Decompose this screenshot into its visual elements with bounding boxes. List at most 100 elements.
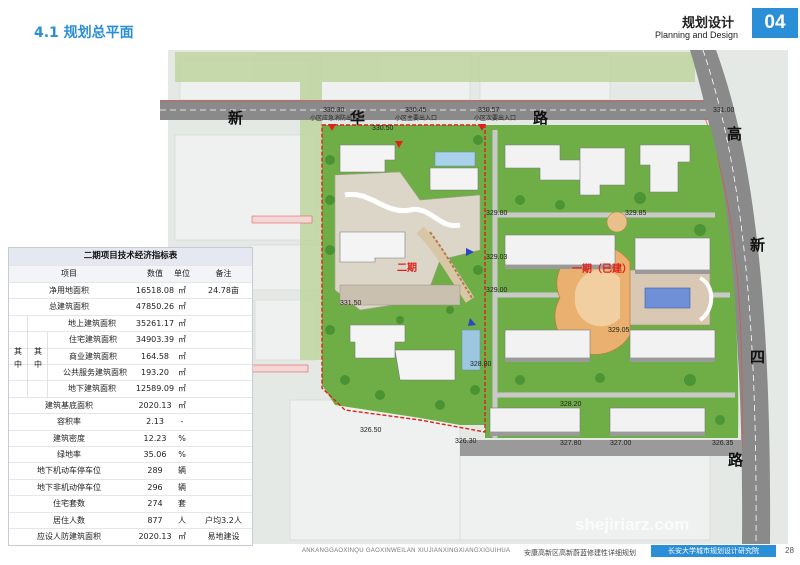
elevation-label: 329.80 (486, 210, 508, 217)
entrance-labels: 小区应急消防出入口 小区主要出入口 小区次要出入口 (310, 114, 516, 122)
entrance-label-emergency: 小区应急消防出入口 (310, 114, 364, 122)
row-unit-cell: ㎡ (178, 368, 186, 377)
elevation-label: 330.45 (405, 107, 427, 114)
row-name-cell: 住宅建筑面积 (69, 335, 117, 345)
row-unit-cell: ㎡ (178, 335, 186, 345)
row-unit-cell: 人 (178, 515, 186, 525)
phase1-site (485, 125, 739, 438)
footer-institute: 长安大学城市规划设计研究院 (651, 545, 776, 557)
table-row: 容积率 2.13- (9, 413, 252, 431)
header-cell: 项目 (61, 269, 77, 278)
table-row: 总建筑面积 47850.26 ㎡ (9, 298, 252, 316)
table-row: 地下非机动停车位 296 辆 (9, 478, 252, 497)
elevation-label: 326.35 (712, 440, 734, 447)
elevation-label: 330.57 (478, 107, 500, 114)
row-unit-cell: ㎡ (178, 384, 186, 394)
elevation-label: 326.30 (455, 438, 477, 445)
row-unit-cell: 套 (178, 499, 186, 509)
row-name-cell: 地下机动车停车位 (37, 466, 101, 476)
row-name-cell: 净用地面积 (49, 286, 89, 295)
elevation-label: 329.85 (625, 210, 647, 217)
table-row: 应设人防建筑面积 2020.13 ㎡易地建设 (9, 528, 252, 546)
table-caption: 二期项目技术经济指标表 (9, 248, 252, 265)
elevation-label: 327.80 (560, 440, 582, 447)
indicator-table: 二期项目技术经济指标表 项目 数值 单位 备注 净用地面积 16518.08 ㎡ 24… (8, 247, 253, 546)
row-unit-cell: ㎡ (178, 400, 186, 410)
road-label-lu2: 路 (728, 451, 744, 469)
table-header-row: 项目 数值 单位 备注 (9, 265, 252, 283)
entrance-label-main: 小区主要出入口 (395, 114, 437, 122)
elevation-label: 331.00 (713, 107, 735, 114)
elevation-label: 326.50 (360, 427, 382, 434)
table-row: 绿地率 35.06% (9, 446, 252, 464)
row-note-cell: 24.78亩 (208, 286, 239, 295)
row-note-cell: 户均3.2人 (205, 515, 242, 525)
row-name-cell: 建筑密度 (53, 433, 85, 443)
row-unit-cell: ㎡ (178, 351, 186, 361)
row-unit-cell: 辆 (178, 466, 186, 476)
elevation-label: 329.05 (608, 327, 630, 334)
elevation-label: 330.50 (372, 125, 394, 132)
table-row: 居住人数 877 人户均3.2人 (9, 511, 252, 530)
row-name-cell: 地上建筑面积 (68, 318, 116, 328)
elevation-label: 331.50 (340, 300, 362, 307)
group-label-outer: 其中 (14, 347, 22, 369)
row-note-cell: 易地建设 (207, 532, 240, 541)
row-unit-cell: 辆 (178, 482, 186, 492)
header-title-en: Planning and Design (655, 30, 739, 40)
table-row: 商业建筑面积 164.58 ㎡ (9, 347, 252, 366)
elevation-label: 328.80 (470, 361, 492, 368)
road-label-lu: 路 (533, 109, 549, 127)
chapter-badge: 04 (752, 8, 798, 38)
header-cell: 备注 (215, 269, 232, 278)
watermark: shejiriarz.com (575, 515, 689, 534)
table-row: 住宅套数 274 套 (9, 495, 252, 513)
row-name-cell: 住宅套数 (53, 499, 85, 509)
elevation-label: 330.30 (323, 107, 345, 114)
row-unit-cell: ㎡ (178, 302, 186, 312)
phase2-label: 二期 (397, 261, 417, 274)
footer-project-name: 安康高新区高新蔚蓝修建性详细规划 (524, 549, 636, 557)
row-name-cell: 地下建筑面积 (68, 384, 116, 394)
header-title-cn: 规划设计 (682, 16, 735, 31)
table-row: 地上建筑面积 35261.17 ㎡ (9, 314, 252, 333)
section-title: 4.1 规划总平面 (34, 25, 134, 41)
elevation-label: 329.03 (486, 254, 508, 261)
row-unit-cell: ㎡ (178, 286, 186, 295)
header-cell: 单位 (174, 269, 190, 278)
phase1-label: 一期（已建） (572, 262, 632, 275)
footer-pinyin: ANKANGGAOXINQU GAOXINWEILAN XIUJIANXINGX… (302, 548, 511, 554)
table-row: 建筑密度 12.23% (9, 429, 252, 448)
row-name-cell: 居住人数 (53, 515, 85, 525)
table-row: 地下机动车停车位 289 辆 (9, 462, 252, 480)
page-number: 28 (785, 546, 794, 555)
row-name-cell: 商业建筑面积 (69, 351, 117, 361)
group-label-inner: 其中 (34, 347, 42, 369)
table-row: 地下建筑面积 12589.09 ㎡ (9, 380, 252, 398)
row-unit-cell: % (178, 450, 186, 459)
road-label-si: 四 (750, 348, 765, 366)
phase2-site (321, 124, 486, 433)
row-name-cell: 地下非机动停车位 (37, 482, 101, 492)
table-row: 净用地面积 16518.08 ㎡ 24.78亩 (9, 282, 252, 300)
row-unit-cell: % (178, 433, 186, 443)
group-divider (27, 315, 28, 397)
table-row: 住宅建筑面积 34903.39 ㎡ (9, 331, 252, 349)
elevation-label: 328.20 (560, 401, 582, 408)
group-divider (47, 332, 48, 397)
road-label-xin2: 新 (750, 236, 765, 254)
entrance-label-secondary: 小区次要出入口 (474, 114, 516, 122)
elevation-label: 329.00 (486, 287, 508, 294)
row-name-cell: 应设人防建筑面积 (37, 532, 101, 541)
row-name-cell: 建筑基底面积 (45, 400, 93, 410)
row-name-cell: 总建筑面积 (49, 302, 89, 312)
row-name-cell: 容积率 (57, 417, 81, 427)
road-label-gao: 高 (727, 125, 742, 143)
table-row: 建筑基底面积 2020.13 ㎡ (9, 396, 252, 415)
road-label-xin: 新 (228, 109, 243, 127)
row-name-cell: 绿地率 (57, 450, 81, 459)
row-unit-cell: - (180, 417, 184, 427)
row-unit-cell: ㎡ (178, 318, 186, 328)
row-unit-cell: ㎡ (178, 532, 186, 541)
elevation-label: 327.00 (610, 440, 632, 447)
